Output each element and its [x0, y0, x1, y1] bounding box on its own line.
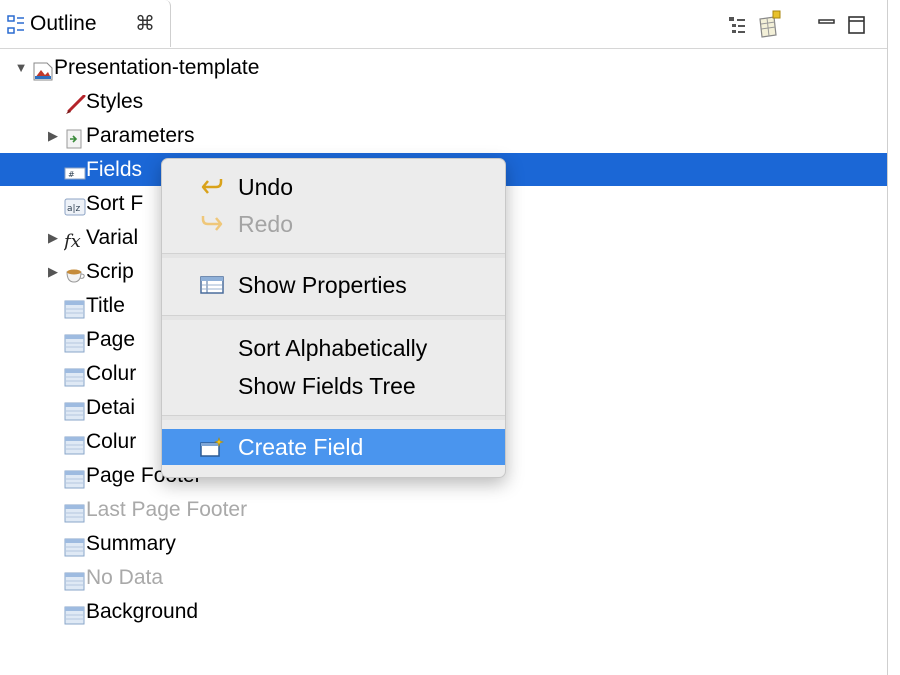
- band-icon: [64, 432, 86, 455]
- band-icon: [64, 364, 86, 387]
- collapse-toggle-icon[interactable]: ▶: [46, 255, 60, 288]
- view-toolbar: Outline ⌘: [0, 0, 887, 49]
- new-table-icon[interactable]: [757, 10, 783, 38]
- maximize-icon[interactable]: [846, 14, 868, 36]
- tree-item-label: Sort F: [86, 192, 144, 215]
- menu-item-label: Undo: [238, 174, 293, 200]
- create-field-icon: [200, 437, 224, 457]
- tree-item[interactable]: Background: [0, 595, 887, 628]
- band-icon: [64, 602, 86, 625]
- band-icon: [64, 330, 86, 353]
- band-icon: [64, 296, 86, 319]
- parameters-icon: [64, 126, 86, 149]
- tree-item-label: Parameters: [86, 124, 195, 147]
- collapse-toggle-icon[interactable]: ▶: [46, 221, 60, 254]
- redo-icon: [201, 216, 223, 231]
- tree-item-label: Varial: [86, 226, 139, 249]
- sort-icon: a|z: [64, 194, 86, 216]
- report-icon: [32, 58, 54, 81]
- menu-item-create-field[interactable]: Create Field: [162, 429, 505, 465]
- menu-item-label: Sort Alphabetically: [238, 335, 428, 361]
- menu-item-show-fields-tree[interactable]: Show Fields Tree: [162, 368, 505, 404]
- tree-item-label: Background: [86, 600, 199, 623]
- properties-icon: [200, 276, 224, 294]
- tree-item[interactable]: Summary: [0, 527, 887, 560]
- outline-icon: [7, 15, 24, 34]
- menu-separator: [162, 315, 505, 320]
- svg-text:fx: fx: [64, 231, 81, 251]
- context-menu: Undo Redo Show Properties Sort Alphabeti…: [161, 158, 506, 478]
- tree-item-label: Page: [86, 328, 136, 351]
- tab-title: Outline: [30, 12, 97, 35]
- band-icon: [64, 568, 86, 591]
- menu-item-redo[interactable]: Redo: [162, 206, 505, 242]
- tree-item-label: Title: [86, 294, 125, 317]
- tree-item[interactable]: Last Page Footer: [0, 493, 887, 526]
- collapse-toggle-icon[interactable]: ▶: [46, 119, 60, 152]
- tree-item-label: Colur: [86, 362, 137, 385]
- tree-item-label: Styles: [86, 90, 144, 113]
- tree-item-label: Scrip: [86, 260, 134, 283]
- band-icon: [64, 534, 86, 557]
- menu-separator: [162, 415, 505, 420]
- tree-item-label: Last Page Footer: [86, 498, 248, 521]
- menu-item-label: Show Fields Tree: [238, 373, 416, 399]
- tree-item-label: Summary: [86, 532, 176, 555]
- tree-layout-icon[interactable]: [726, 14, 748, 36]
- menu-separator: [162, 253, 505, 258]
- scriptlet-icon: [64, 262, 86, 283]
- tree-item-label: Fields: [86, 158, 143, 181]
- tree-item-label: No Data: [86, 566, 164, 589]
- menu-item-label: Show Properties: [238, 272, 407, 298]
- tree-item[interactable]: ▼ Presentation-template: [0, 51, 887, 84]
- expand-toggle-icon[interactable]: ▼: [14, 51, 28, 84]
- menu-item-undo[interactable]: Undo: [162, 169, 505, 205]
- tree-item-label: Detai: [86, 396, 136, 419]
- menu-item-label: Create Field: [238, 434, 364, 460]
- tree-item[interactable]: No Data: [0, 561, 887, 594]
- undo-icon: [201, 179, 223, 194]
- tree-item[interactable]: ▶ Parameters: [0, 119, 887, 152]
- svg-text:a|z: a|z: [67, 204, 81, 214]
- fields-icon: #: [64, 160, 86, 180]
- svg-text:#: #: [68, 170, 75, 179]
- tree-item-label: Colur: [86, 430, 137, 453]
- menu-item-show-properties[interactable]: Show Properties: [162, 267, 505, 303]
- minimize-icon[interactable]: [816, 14, 838, 36]
- tree-item[interactable]: Styles: [0, 85, 887, 118]
- close-icon[interactable]: ⌘: [135, 11, 155, 36]
- brush-icon: [64, 92, 86, 114]
- menu-item-label: Redo: [238, 211, 293, 237]
- band-icon: [64, 500, 86, 523]
- panel-border: [887, 0, 888, 675]
- tree-item-label: Presentation-template: [54, 56, 260, 79]
- band-icon: [64, 466, 86, 489]
- fx-icon: fx: [62, 228, 86, 252]
- tab-outline[interactable]: Outline ⌘: [0, 0, 171, 47]
- band-icon: [64, 398, 86, 421]
- menu-item-sort-alphabetically[interactable]: Sort Alphabetically: [162, 330, 505, 366]
